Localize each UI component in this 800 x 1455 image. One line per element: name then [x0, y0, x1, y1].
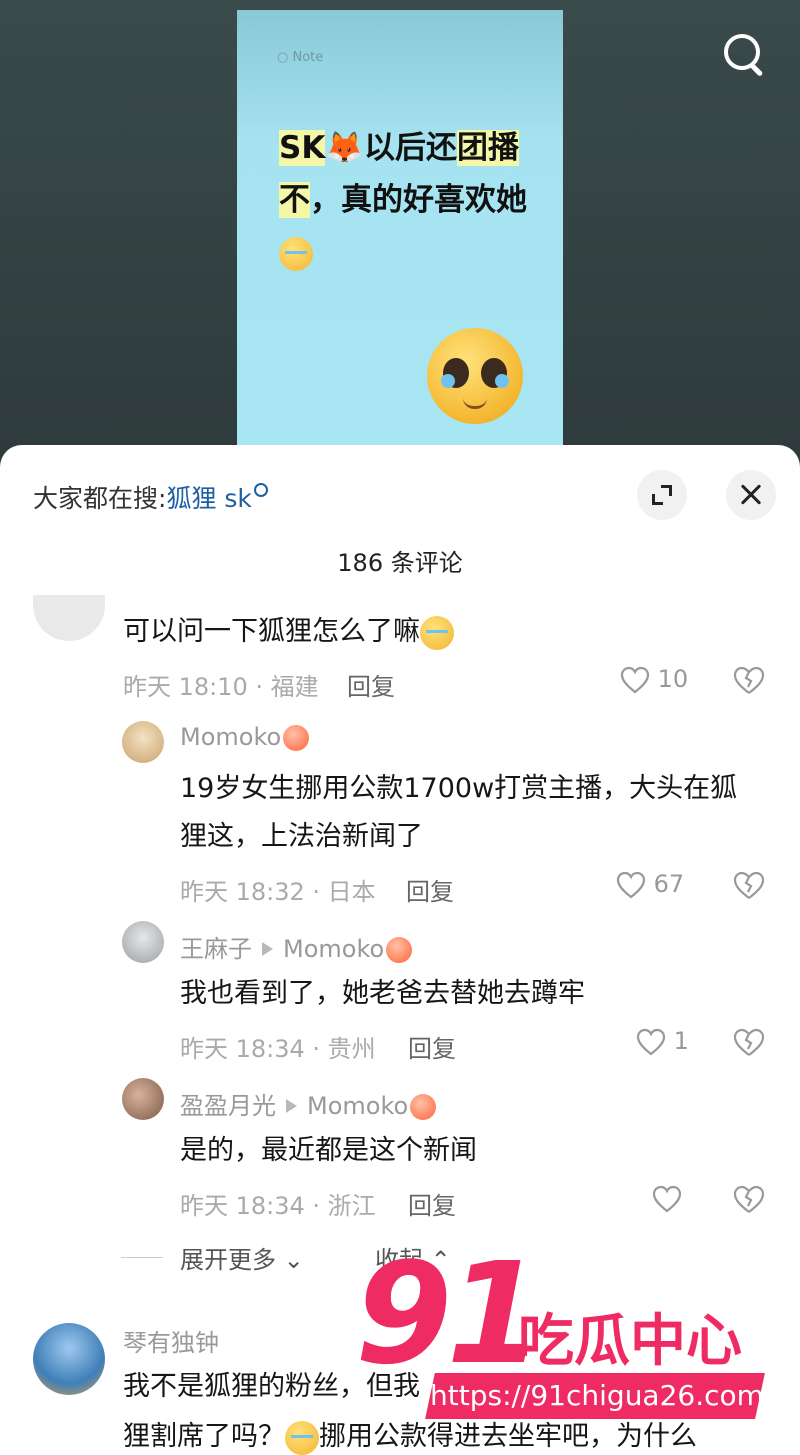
username[interactable]: 盈盈月光 Momoko	[180, 1086, 437, 1121]
like-count: 67	[653, 870, 685, 898]
crying-emoji-icon	[420, 615, 454, 650]
reply-button[interactable]: 回复	[408, 1029, 456, 1064]
expand-button[interactable]	[637, 470, 687, 520]
reply-button[interactable]: 回复	[347, 667, 395, 702]
peach-emoji-icon	[283, 725, 310, 751]
watermark-text: 吃瓜中心	[518, 1309, 742, 1374]
close-button[interactable]	[726, 470, 776, 520]
heart-icon	[620, 666, 650, 694]
dislike-icon[interactable]	[733, 1184, 765, 1214]
reply-arrow-icon	[286, 1099, 297, 1113]
like-button[interactable]: 1	[636, 1027, 689, 1056]
like-button[interactable]	[652, 1184, 682, 1213]
heart-icon	[636, 1028, 666, 1056]
note-tag: ○ Note	[277, 50, 324, 65]
divider	[121, 1257, 163, 1258]
comment-meta: 昨天 18:34 · 浙江	[180, 1192, 376, 1220]
avatar[interactable]	[33, 1323, 105, 1395]
search-suggestion[interactable]: 大家都在搜:狐狸 sk	[33, 479, 268, 515]
comment-text: 是的，最近都是这个新闻	[180, 1135, 477, 1166]
comment-meta: 昨天 18:32 · 日本	[180, 878, 376, 906]
comment-text-line2: 狸割席了吗？ 挪用公款得进去坐牢吧，为什么	[123, 1413, 697, 1455]
like-count: 10	[657, 665, 689, 693]
expand-icon	[652, 485, 672, 505]
comment-count: 186 条评论	[337, 549, 463, 577]
reply-button[interactable]: 回复	[406, 872, 454, 907]
heart-icon	[652, 1185, 682, 1213]
search-mini-icon	[253, 483, 268, 497]
comment-meta: 昨天 18:10 · 福建	[123, 673, 319, 701]
watermark-url: https://91chigua26.com	[425, 1373, 765, 1419]
comment-meta: 昨天 18:34 · 贵州	[180, 1035, 376, 1063]
note-card[interactable]: ○ Note SK🦊以后还团播不，真的好喜欢她	[237, 10, 563, 460]
dislike-icon[interactable]	[733, 665, 765, 695]
peach-emoji-icon	[410, 1094, 437, 1120]
reply-arrow-icon	[262, 942, 273, 956]
username[interactable]: Momoko	[180, 723, 310, 751]
like-button[interactable]: 10	[620, 665, 688, 694]
search-icon[interactable]	[722, 32, 766, 77]
like-button[interactable]: 67	[616, 870, 684, 899]
avatar[interactable]	[33, 595, 105, 641]
avatar[interactable]	[122, 1078, 164, 1120]
watermark-number: 91	[355, 1233, 544, 1396]
comment-text: 我也看到了，她老爸去替她去蹲牢	[180, 978, 585, 1009]
dislike-icon[interactable]	[733, 870, 765, 900]
expand-more-button[interactable]: 展开更多 ⌄	[180, 1240, 304, 1275]
heart-icon	[616, 871, 646, 899]
note-text: SK🦊以后还团播不，真的好喜欢她	[279, 122, 529, 278]
surprised-emoji-icon	[285, 1420, 319, 1455]
search-keyword-link[interactable]: 狐狸 sk	[166, 484, 251, 513]
pleading-face-emoji-icon	[427, 328, 523, 424]
username[interactable]: 琴有独钟	[123, 1323, 219, 1358]
username[interactable]: 王麻子 Momoko	[180, 929, 413, 964]
avatar[interactable]	[122, 921, 164, 963]
dislike-icon[interactable]	[733, 1027, 765, 1057]
crying-emoji-icon	[279, 236, 313, 271]
reply-button[interactable]: 回复	[408, 1186, 456, 1221]
like-count: 1	[673, 1027, 689, 1055]
comment-text: 19岁女生挪用公款1700w打赏主播，大头在狐狸这，上法治新闻了	[180, 773, 738, 852]
peach-emoji-icon	[386, 937, 413, 963]
comment-text: 可以问一下狐狸怎么了嘛	[123, 608, 454, 656]
avatar[interactable]	[122, 721, 164, 763]
